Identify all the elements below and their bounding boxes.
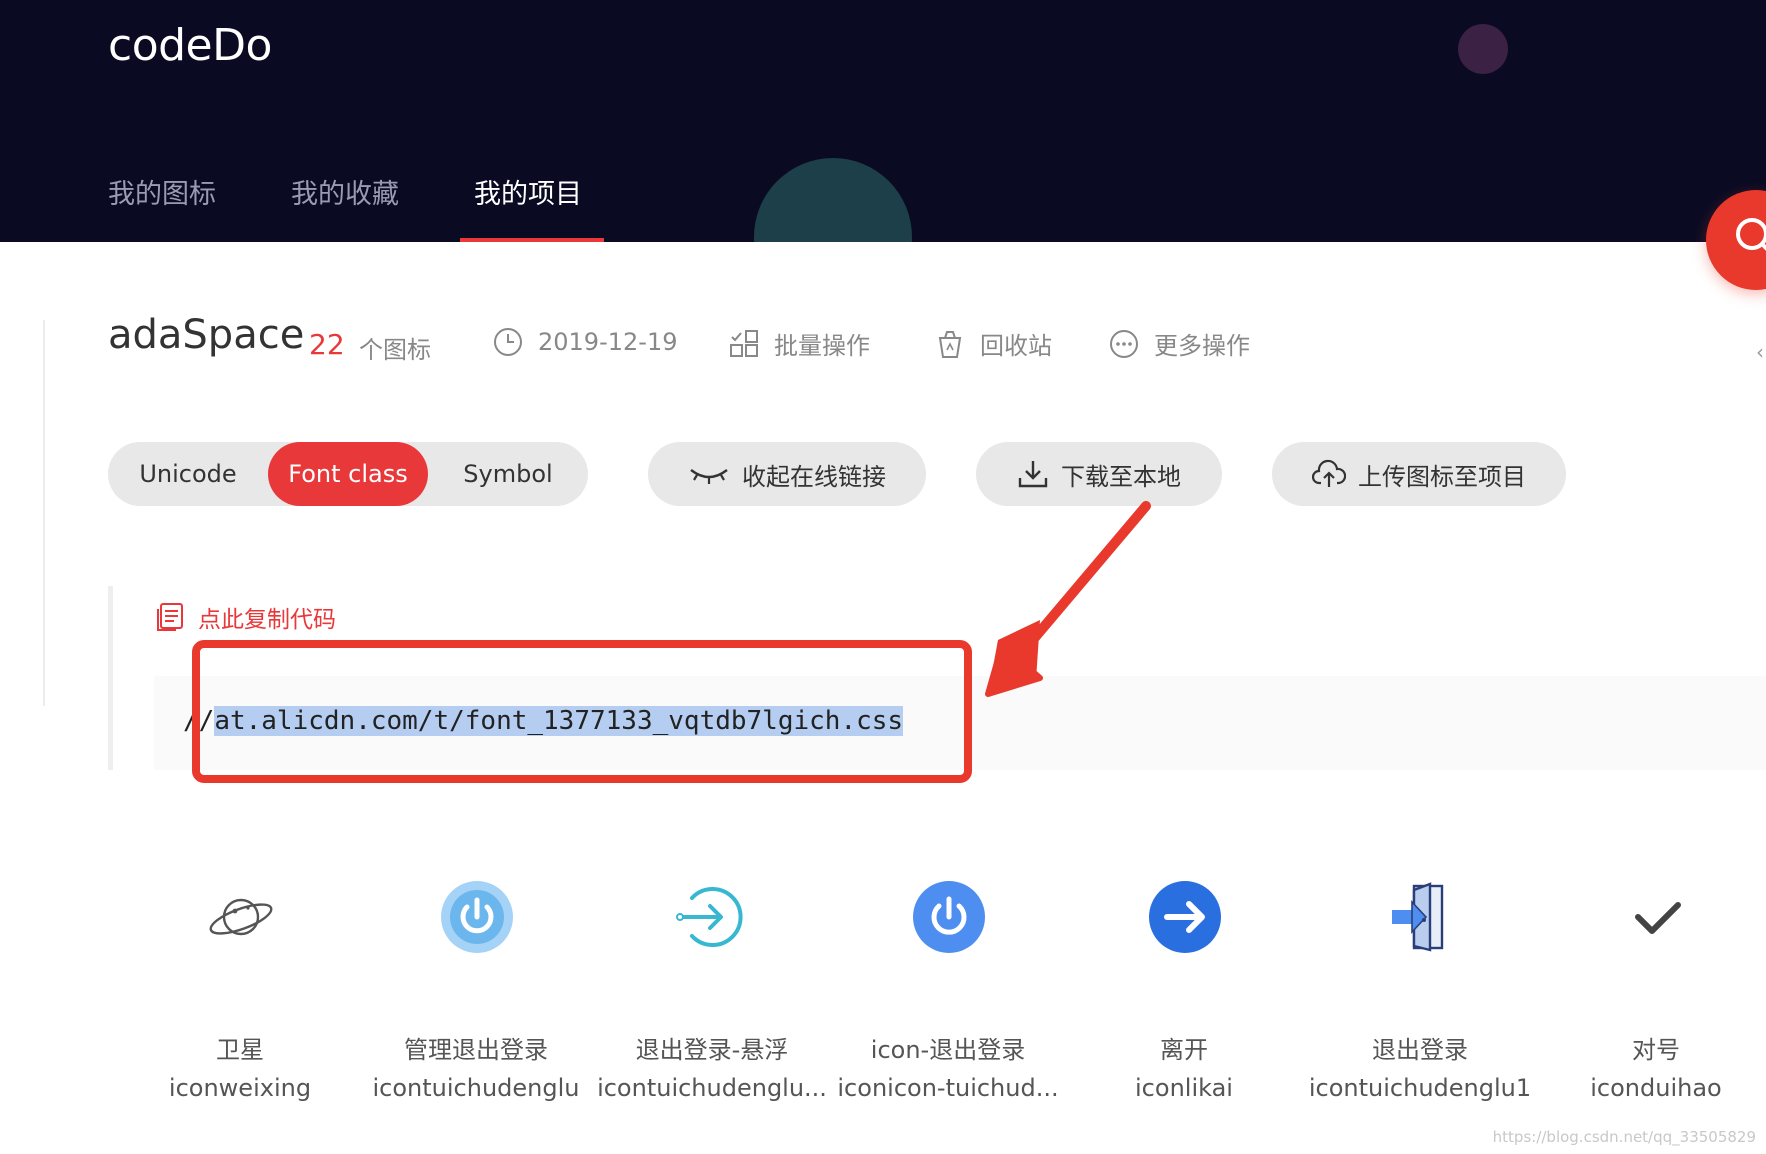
icon-font-class: iconlikai [1135,1074,1233,1102]
more-dots-icon [1110,329,1138,358]
tab-symbol[interactable]: Symbol [428,442,588,506]
page: codeDo 我的图标 我的收藏 我的项目 adaSpace 22 个图标 20… [0,0,1766,1154]
chevron-left-icon[interactable]: ‹ [1756,340,1764,364]
arrow-right-circle-icon [1149,881,1221,953]
left-divider [43,320,45,706]
project-date: 2019-12-19 [492,326,677,358]
icon-font-class: iconweixing [168,1074,312,1102]
icon-font-class: icontuichudenglu... [597,1074,827,1102]
download-icon [1018,461,1048,488]
closed-eye-icon [690,469,728,484]
project-info-row: adaSpace 22 个图标 2019-12-19 批量操作 回收站 更多操作 [108,312,1748,372]
collapse-online-link-button[interactable]: 收起在线链接 [648,442,926,506]
upload-to-project-button[interactable]: 上传图标至项目 [1272,442,1566,506]
copy-code-button[interactable]: 点此复制代码 [154,600,336,634]
grid-icon [730,329,758,357]
code-prefix: // [183,706,215,736]
top-header: codeDo 我的图标 我的收藏 我的项目 [0,0,1766,242]
icon-card[interactable]: 管理退出登录 icontuichudenglu [358,880,594,1140]
batch-operation-label: 批量操作 [774,332,870,360]
more-actions-button[interactable]: 更多操作 [1108,326,1250,361]
icon-name: 退出登录-悬浮 [635,1036,789,1064]
code-type-switch: Unicode Font class Symbol [108,442,588,506]
icon-font-class: icontuichudenglu [372,1074,580,1102]
trash-label: 回收站 [980,332,1052,360]
copy-code-label: 点此复制代码 [198,607,336,633]
icon-font-class: iconduihao [1590,1074,1722,1102]
tab-unicode[interactable]: Unicode [108,442,268,506]
watermark: https://blog.csdn.net/qq_33505829 [1492,1128,1756,1146]
icon-grid: 卫星 iconweixing 管理退出登录 icontuichudenglu 退… [0,880,1766,1154]
icon-card[interactable]: 卫星 iconweixing [122,880,358,1140]
power-icon [913,881,985,953]
selected-css-url: at.alicdn.com/t/font_1377133_vqtdb7lgich… [214,706,904,736]
upload-to-project-label: 上传图标至项目 [1358,462,1526,491]
project-name: adaSpace [108,312,305,358]
icon-name: 对号 [1632,1036,1680,1064]
copy-document-icon [157,603,183,631]
icon-card[interactable]: 退出登录-悬浮 icontuichudenglu... [594,880,830,1140]
checkmark-icon [1635,902,1681,934]
icon-card[interactable]: icon-退出登录 iconicon-tuichud... [830,880,1066,1140]
tab-my-icons[interactable]: 我的图标 [108,172,216,242]
code-block-rule [108,586,113,770]
icon-count: 22 [309,328,345,361]
icon-name: icon-退出登录 [870,1036,1026,1064]
more-actions-label: 更多操作 [1154,332,1250,360]
icon-card[interactable]: 离开 iconlikai [1066,880,1302,1140]
trash-icon [938,330,962,358]
cloud-upload-icon [1312,459,1346,487]
tab-font-class[interactable]: Font class [268,442,428,506]
tab-my-projects[interactable]: 我的项目 [474,172,582,242]
icon-name: 管理退出登录 [404,1036,548,1064]
download-local-label: 下载至本地 [1061,462,1181,491]
trash-button[interactable]: 回收站 [934,326,1052,361]
sign-in-arrow-icon [676,887,743,947]
planet-icon [209,898,273,936]
clock-icon [494,328,522,356]
active-tab-indicator [460,238,604,242]
icon-count-label: 个图标 [359,336,431,364]
icon-font-class: iconicon-tuichud... [837,1074,1059,1102]
icon-card[interactable]: 退出登录 icontuichudenglu1 [1302,880,1538,1140]
icon-name: 卫星 [216,1036,264,1064]
download-local-button[interactable]: 下载至本地 [976,442,1222,506]
icon-name: 离开 [1160,1036,1208,1064]
search-icon [1736,218,1766,251]
collapse-online-link-label: 收起在线链接 [742,462,886,491]
icon-name: 退出登录 [1372,1036,1468,1064]
main-nav: 我的图标 我的收藏 我的项目 [0,0,1766,242]
icon-card[interactable]: 对号 iconduihao [1538,880,1766,1140]
icon-font-class: icontuichudenglu1 [1308,1074,1532,1102]
power-circle-icon [441,881,513,953]
css-link-code[interactable]: //at.alicdn.com/t/font_1377133_vqtdb7lgi… [183,706,904,736]
door-exit-icon [1392,882,1444,952]
batch-operation-button[interactable]: 批量操作 [728,326,870,361]
tab-my-favorites[interactable]: 我的收藏 [291,172,399,242]
project-date-text: 2019-12-19 [538,328,678,356]
